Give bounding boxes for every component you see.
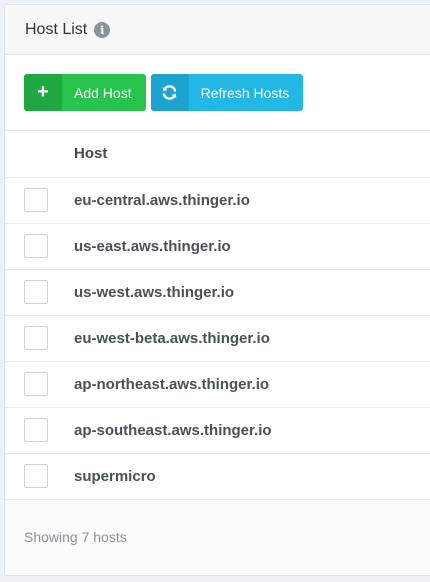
plus-icon: +	[24, 74, 62, 111]
host-column-header[interactable]: Host	[73, 131, 430, 178]
host-table: Host eu-central.aws.thinger.io us-east.a…	[5, 131, 430, 500]
table-row[interactable]: ap-northeast.aws.thinger.io	[5, 361, 430, 408]
info-icon[interactable]: i	[94, 22, 111, 38]
host-list-panel: Host List i + Add Host Refresh Hosts Hos…	[4, 4, 430, 576]
table-header-row: Host	[5, 131, 430, 178]
host-name: us-west.aws.thinger.io	[73, 269, 430, 316]
panel-header: Host List i	[5, 5, 430, 55]
select-column-header	[5, 131, 73, 178]
table-row[interactable]: us-west.aws.thinger.io	[5, 269, 430, 316]
add-host-label: Add Host	[74, 84, 132, 101]
host-name: supermicro	[73, 453, 430, 500]
table-row[interactable]: eu-west-beta.aws.thinger.io	[5, 315, 430, 362]
panel-footer: Showing 7 hosts	[5, 499, 430, 574]
refresh-icon	[150, 74, 189, 111]
refresh-hosts-label: Refresh Hosts	[200, 84, 290, 101]
host-name: eu-central.aws.thinger.io	[73, 177, 430, 224]
panel-title: Host List	[25, 20, 88, 38]
host-name: us-east.aws.thinger.io	[73, 223, 430, 270]
hosts-count-status: Showing 7 hosts	[24, 528, 127, 545]
row-checkbox[interactable]	[24, 188, 48, 212]
row-checkbox[interactable]	[24, 234, 48, 258]
host-name: ap-northeast.aws.thinger.io	[73, 361, 430, 408]
row-checkbox[interactable]	[24, 464, 48, 488]
row-checkbox[interactable]	[24, 372, 48, 396]
row-checkbox[interactable]	[24, 326, 48, 350]
add-host-button[interactable]: + Add Host	[24, 74, 146, 111]
host-name: ap-southeast.aws.thinger.io	[73, 407, 430, 454]
table-row[interactable]: us-east.aws.thinger.io	[5, 223, 430, 270]
row-checkbox[interactable]	[24, 418, 48, 442]
table-row[interactable]: eu-central.aws.thinger.io	[5, 177, 430, 224]
table-row[interactable]: ap-southeast.aws.thinger.io	[5, 407, 430, 454]
host-name: eu-west-beta.aws.thinger.io	[73, 315, 430, 362]
table-row[interactable]: supermicro	[5, 453, 430, 500]
row-checkbox[interactable]	[24, 280, 48, 304]
refresh-hosts-button[interactable]: Refresh Hosts	[150, 74, 304, 111]
toolbar: + Add Host Refresh Hosts	[5, 55, 430, 131]
